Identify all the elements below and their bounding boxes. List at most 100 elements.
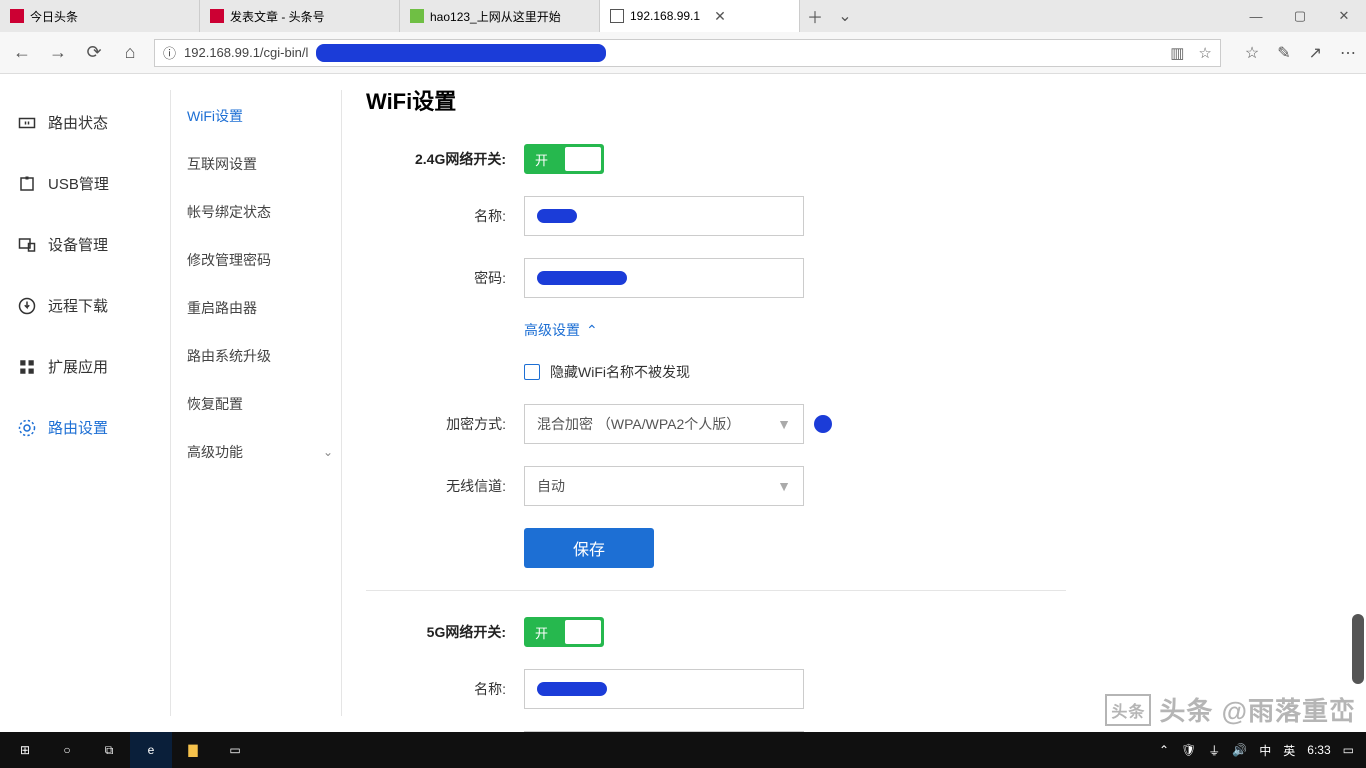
- sidebar-item-settings[interactable]: 路由设置: [18, 397, 170, 458]
- maximize-button[interactable]: ▢: [1278, 0, 1322, 32]
- tabs-more-button[interactable]: ⌄: [830, 0, 860, 32]
- caret-down-icon: ▼: [777, 416, 791, 432]
- close-icon[interactable]: ✕: [714, 8, 726, 25]
- input-24g-name[interactable]: [524, 196, 804, 236]
- start-button[interactable]: ⊞: [4, 732, 46, 768]
- sidebar-label: 扩展应用: [48, 356, 108, 377]
- browser-toolbar: ← → ⟳ ⌂ ⓘ 192.168.99.1/cgi-bin/l ▥ ☆ ☆ ✎…: [0, 32, 1366, 74]
- toggle-state: 开: [525, 623, 548, 642]
- notes-button[interactable]: ✎: [1277, 43, 1290, 63]
- notifications-icon[interactable]: ▭: [1343, 743, 1354, 757]
- sidebar-item-status[interactable]: 路由状态: [18, 92, 170, 153]
- task-view-button[interactable]: ⧉: [88, 732, 130, 768]
- subnav-internet[interactable]: 互联网设置: [179, 140, 341, 188]
- sidebar-label: USB管理: [48, 173, 109, 194]
- save-button[interactable]: 保存: [524, 528, 654, 568]
- edge-taskbar-icon[interactable]: e: [130, 732, 172, 768]
- sidebar-item-usb[interactable]: USB管理: [18, 153, 170, 214]
- caret-down-icon: ▼: [777, 478, 791, 494]
- sidebar-label: 路由状态: [48, 112, 108, 133]
- shield-icon[interactable]: 🛡: [1181, 743, 1196, 757]
- window-titlebar: 今日头条 发表文章 - 头条号 hao123_上网从这里开始 192.168.9…: [0, 0, 1366, 32]
- scrollbar-thumb[interactable]: [1352, 614, 1364, 684]
- sidebar-item-apps[interactable]: 扩展应用: [18, 336, 170, 397]
- tab-label: 今日头条: [30, 8, 78, 25]
- site-icon: [610, 9, 624, 23]
- tray-icon[interactable]: ⌃: [1159, 743, 1169, 757]
- select-value: 自动: [537, 476, 565, 496]
- site-icon: [210, 9, 224, 23]
- network-icon[interactable]: ⏚: [1208, 742, 1220, 759]
- select-encryption[interactable]: 混合加密 （WPA/WPA2个人版） ▼: [524, 404, 804, 444]
- tab-publish[interactable]: 发表文章 - 头条号: [200, 0, 400, 32]
- subnav-password[interactable]: 修改管理密码: [179, 236, 341, 284]
- status-icon: [18, 114, 36, 132]
- select-channel[interactable]: 自动 ▼: [524, 466, 804, 506]
- close-button[interactable]: ✕: [1322, 0, 1366, 32]
- toggle-5g[interactable]: 开: [524, 617, 604, 647]
- form-area: WiFi设置 2.4G网络开关: 开 名称: 密码: 高级设置 ⌃: [342, 74, 1366, 732]
- system-tray: ⌃ 🛡 ⏚ 🔊 中 英 6:33 ▭: [1159, 742, 1362, 759]
- ime-zh[interactable]: 中: [1259, 742, 1271, 759]
- info-icon[interactable]: ⓘ: [163, 43, 176, 62]
- url-text: 192.168.99.1/cgi-bin/l: [184, 45, 308, 60]
- subnav-upgrade[interactable]: 路由系统升级: [179, 332, 341, 380]
- devices-icon: [18, 236, 36, 254]
- ime-en[interactable]: 英: [1283, 742, 1295, 759]
- redaction: [537, 209, 577, 223]
- subnav-restore[interactable]: 恢复配置: [179, 380, 341, 428]
- toggle-24g[interactable]: 开: [524, 144, 604, 174]
- clock[interactable]: 6:33: [1307, 743, 1330, 757]
- tab-router[interactable]: 192.168.99.1 ✕: [600, 0, 800, 32]
- tab-toutiao[interactable]: 今日头条: [0, 0, 200, 32]
- chevron-down-icon: ⌄: [323, 445, 333, 459]
- subnav-advanced[interactable]: 高级功能⌄: [179, 428, 341, 476]
- input-24g-password[interactable]: [524, 258, 804, 298]
- tab-label: 发表文章 - 头条号: [230, 8, 325, 25]
- download-icon: [18, 297, 36, 315]
- toggle-knob: [565, 147, 601, 171]
- share-button[interactable]: ↗: [1309, 43, 1322, 63]
- label-channel: 无线信道:: [366, 476, 506, 496]
- page-content: 路由状态 USB管理 设备管理 远程下载 扩展应用 路由设置 WiFi设置 互联…: [0, 74, 1366, 732]
- minimize-button[interactable]: —: [1234, 0, 1278, 32]
- label-24g-name: 名称:: [366, 206, 506, 226]
- url-redaction: [316, 44, 606, 62]
- store-taskbar-icon[interactable]: ▭: [214, 732, 256, 768]
- select-value: 混合加密 （WPA/WPA2个人版）: [537, 414, 740, 434]
- input-5g-name[interactable]: [524, 669, 804, 709]
- checkbox-hide-ssid[interactable]: [524, 364, 540, 380]
- home-button[interactable]: ⌂: [118, 42, 142, 63]
- forward-button[interactable]: →: [46, 42, 70, 63]
- section-divider: [366, 590, 1066, 591]
- back-button[interactable]: ←: [10, 42, 34, 63]
- page-title: WiFi设置: [366, 84, 1366, 116]
- address-bar[interactable]: ⓘ 192.168.99.1/cgi-bin/l ▥ ☆: [154, 39, 1221, 67]
- sidebar-item-devices[interactable]: 设备管理: [18, 214, 170, 275]
- subnav-reboot[interactable]: 重启路由器: [179, 284, 341, 332]
- volume-icon[interactable]: 🔊: [1232, 743, 1247, 757]
- secondary-sidebar: WiFi设置 互联网设置 帐号绑定状态 修改管理密码 重启路由器 路由系统升级 …: [171, 74, 341, 732]
- settings-button[interactable]: ⋯: [1340, 43, 1356, 63]
- subnav-account[interactable]: 帐号绑定状态: [179, 188, 341, 236]
- input-5g-password[interactable]: [524, 731, 804, 732]
- new-tab-button[interactable]: ＋: [800, 0, 830, 32]
- sidebar-label: 远程下载: [48, 295, 108, 316]
- sidebar-label: 路由设置: [48, 417, 108, 438]
- info-dot-icon[interactable]: [814, 415, 832, 433]
- sidebar-label: 设备管理: [48, 234, 108, 255]
- watermark: 头条 头条 @雨落重峦: [1105, 691, 1356, 728]
- site-icon: [410, 9, 424, 23]
- favorites-button[interactable]: ☆: [1245, 43, 1259, 63]
- favorite-icon[interactable]: ☆: [1198, 44, 1211, 62]
- reading-view-icon[interactable]: ▥: [1170, 44, 1184, 62]
- site-icon: [10, 9, 24, 23]
- subnav-wifi[interactable]: WiFi设置: [179, 92, 341, 140]
- sidebar-item-download[interactable]: 远程下载: [18, 275, 170, 336]
- search-button[interactable]: ○: [46, 732, 88, 768]
- explorer-taskbar-icon[interactable]: ▇: [172, 732, 214, 768]
- usb-icon: [18, 175, 36, 193]
- tab-hao123[interactable]: hao123_上网从这里开始: [400, 0, 600, 32]
- refresh-button[interactable]: ⟳: [82, 42, 106, 63]
- advanced-toggle-24g[interactable]: 高级设置 ⌃: [524, 320, 598, 340]
